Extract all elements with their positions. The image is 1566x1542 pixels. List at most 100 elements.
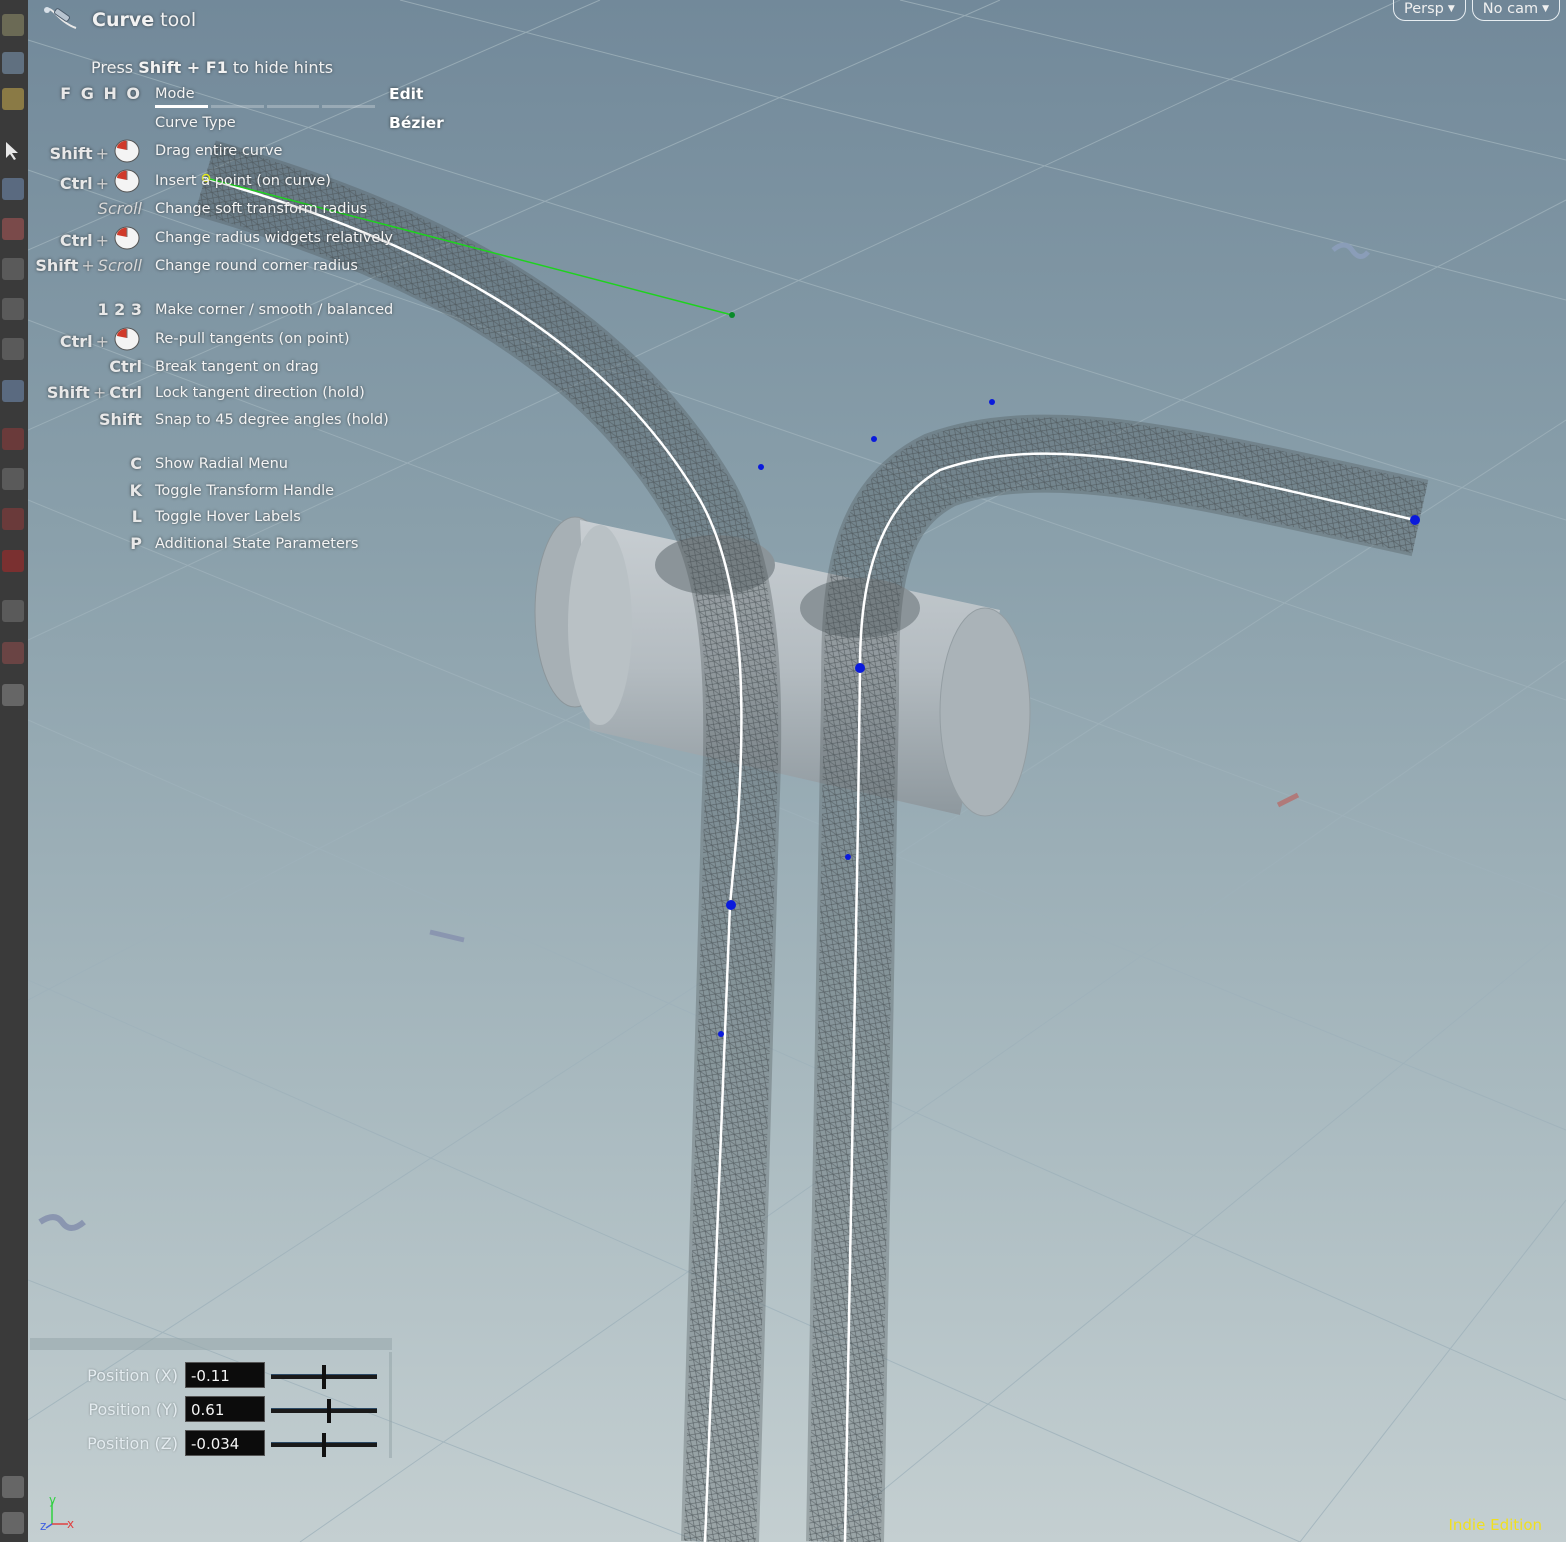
tool-name: Curve tool: [92, 9, 197, 31]
cylinder-mesh: [534, 516, 1031, 817]
slider-handle[interactable]: [322, 1365, 326, 1389]
control-point[interactable]: [871, 436, 877, 442]
control-point[interactable]: [989, 399, 995, 405]
camera-menu[interactable]: No cam ▼: [1471, 0, 1560, 21]
hint-row: P Additional State Parameters: [0, 534, 520, 560]
hint-row: Ctrl + Re-pull tangents (on point): [0, 327, 520, 355]
hint-description: Additional State Parameters: [155, 536, 359, 552]
hint-description: Lock tangent direction (hold): [155, 385, 365, 401]
hide-hints-message: Press Shift + F1 to hide hints: [91, 58, 334, 77]
hint-key: K: [129, 481, 142, 500]
tool-icon-bottom-1[interactable]: [2, 1476, 24, 1498]
hint-key: F G H O: [60, 84, 142, 103]
curve-point[interactable]: [726, 900, 736, 910]
hint-description: Break tangent on drag: [155, 359, 319, 375]
param-value-field[interactable]: -0.11: [185, 1362, 265, 1388]
hint-key: Shift + Ctrl: [46, 383, 142, 402]
view-tool-icon[interactable]: [2, 684, 24, 706]
hint-key: Shift: [98, 410, 142, 429]
hint-row: Shift + Ctrl Lock tangent direction (hold): [0, 383, 520, 409]
param-label: Position (Z): [87, 1434, 178, 1453]
hint-key: Ctrl +: [60, 325, 142, 357]
perspective-menu[interactable]: Persp ▼: [1392, 0, 1466, 21]
control-point[interactable]: [845, 854, 851, 860]
hint-description: Change radius widgets relatively: [155, 230, 393, 246]
hint-row: Shift Snap to 45 degree angles (hold): [0, 410, 520, 436]
axis-z-label: z: [40, 1519, 46, 1533]
edition-label: Indie Edition: [1448, 1516, 1542, 1534]
hint-description: Snap to 45 degree angles (hold): [155, 412, 389, 428]
tool-title: Curve tool: [42, 4, 196, 36]
hint-key: Shift +: [50, 137, 142, 169]
param-value-field[interactable]: -0.034: [185, 1430, 265, 1456]
hint-key: 1 2 3: [97, 300, 142, 319]
camera-tool-icon[interactable]: [2, 600, 24, 622]
slider-handle[interactable]: [327, 1399, 332, 1423]
param-row: Position (X) -0.11: [30, 1362, 390, 1390]
axis-gizmo: y x z: [38, 1493, 82, 1536]
hint-description: Toggle Hover Labels: [155, 509, 301, 525]
hint-key: Shift + Scroll: [35, 256, 142, 275]
tool-icon-1[interactable]: [2, 14, 24, 36]
hint-description: Show Radial Menu: [155, 456, 288, 472]
hint-row: Ctrl Break tangent on drag: [0, 357, 520, 383]
hint-row: Scroll Change soft transform radius: [0, 199, 520, 225]
tool-icon-2[interactable]: [2, 52, 24, 74]
curve-point[interactable]: [1410, 515, 1420, 525]
mouse-left-click-icon: [112, 137, 142, 169]
param-row: Position (Y) 0.61: [30, 1396, 390, 1424]
hint-key: Ctrl +: [60, 224, 142, 256]
param-slider[interactable]: [271, 1433, 377, 1457]
param-slider[interactable]: [271, 1399, 377, 1423]
hint-description: Insert a point (on curve): [155, 173, 331, 189]
hint-row: 1 2 3 Make corner / smooth / balanced: [0, 300, 520, 326]
hint-description: Re-pull tangents (on point): [155, 331, 350, 347]
hint-key: C: [130, 454, 142, 473]
hint-description: Drag entire curve: [155, 143, 283, 159]
hint-description: Change round corner radius: [155, 258, 358, 274]
hint-row: Ctrl + Change radius widgets relatively: [0, 226, 520, 254]
param-slider[interactable]: [271, 1365, 377, 1389]
hint-row: K Toggle Transform Handle: [0, 481, 520, 507]
slider-handle[interactable]: [322, 1433, 326, 1457]
state-parameters-panel: Position (X) -0.11 Position (Y) 0.61 Positio…: [30, 1338, 392, 1460]
hint-row: Shift + Scroll Change round corner radius: [0, 256, 520, 282]
control-point[interactable]: [718, 1031, 724, 1037]
hint-key: Ctrl +: [60, 167, 142, 199]
curve-type-value[interactable]: Bézier: [389, 114, 444, 132]
hint-row: Ctrl + Insert a point (on curve): [0, 169, 520, 197]
curve-type-label: Curve Type: [155, 115, 236, 131]
hint-key: Scroll: [97, 199, 142, 218]
hint-key: P: [130, 534, 142, 553]
hint-description: Toggle Transform Handle: [155, 483, 335, 499]
tool-icon-bottom-2[interactable]: [2, 1512, 24, 1534]
param-label: Position (Y): [88, 1400, 178, 1419]
param-row: Position (Z) -0.034: [30, 1430, 390, 1458]
dropdown-caret-icon: ▼: [1447, 4, 1455, 14]
hint-row: Shift + Drag entire curve: [0, 139, 520, 167]
param-label: Position (X): [87, 1366, 178, 1385]
mode-label: Mode: [155, 86, 195, 102]
axis-y-label: y: [49, 1494, 56, 1507]
param-value-field[interactable]: 0.61: [185, 1396, 265, 1422]
mode-selector-bar[interactable]: [155, 105, 375, 108]
panel-drag-bar[interactable]: [30, 1338, 392, 1350]
hint-key: L: [131, 507, 142, 526]
camera-controls: Persp ▼ No cam ▼: [1392, 0, 1560, 21]
curve-tool-icon: [42, 2, 80, 38]
hint-key: Ctrl: [109, 357, 142, 376]
axis-x-label: x: [67, 1517, 74, 1531]
mode-value[interactable]: Edit: [389, 85, 423, 103]
hint-row: C Show Radial Menu: [0, 454, 520, 480]
render-region-icon[interactable]: [2, 642, 24, 664]
control-point[interactable]: [758, 464, 764, 470]
hint-description: Change soft transform radius: [155, 201, 368, 217]
dropdown-caret-icon: ▼: [1542, 4, 1549, 14]
hint-description: Make corner / smooth / balanced: [155, 302, 394, 318]
mouse-left-click-icon: [112, 325, 142, 357]
curve-point[interactable]: [855, 663, 865, 673]
mouse-left-click-icon: [112, 167, 142, 199]
tangent-end-point[interactable]: [729, 312, 735, 318]
mouse-left-click-icon: [112, 224, 142, 256]
hint-row: L Toggle Hover Labels: [0, 507, 520, 533]
